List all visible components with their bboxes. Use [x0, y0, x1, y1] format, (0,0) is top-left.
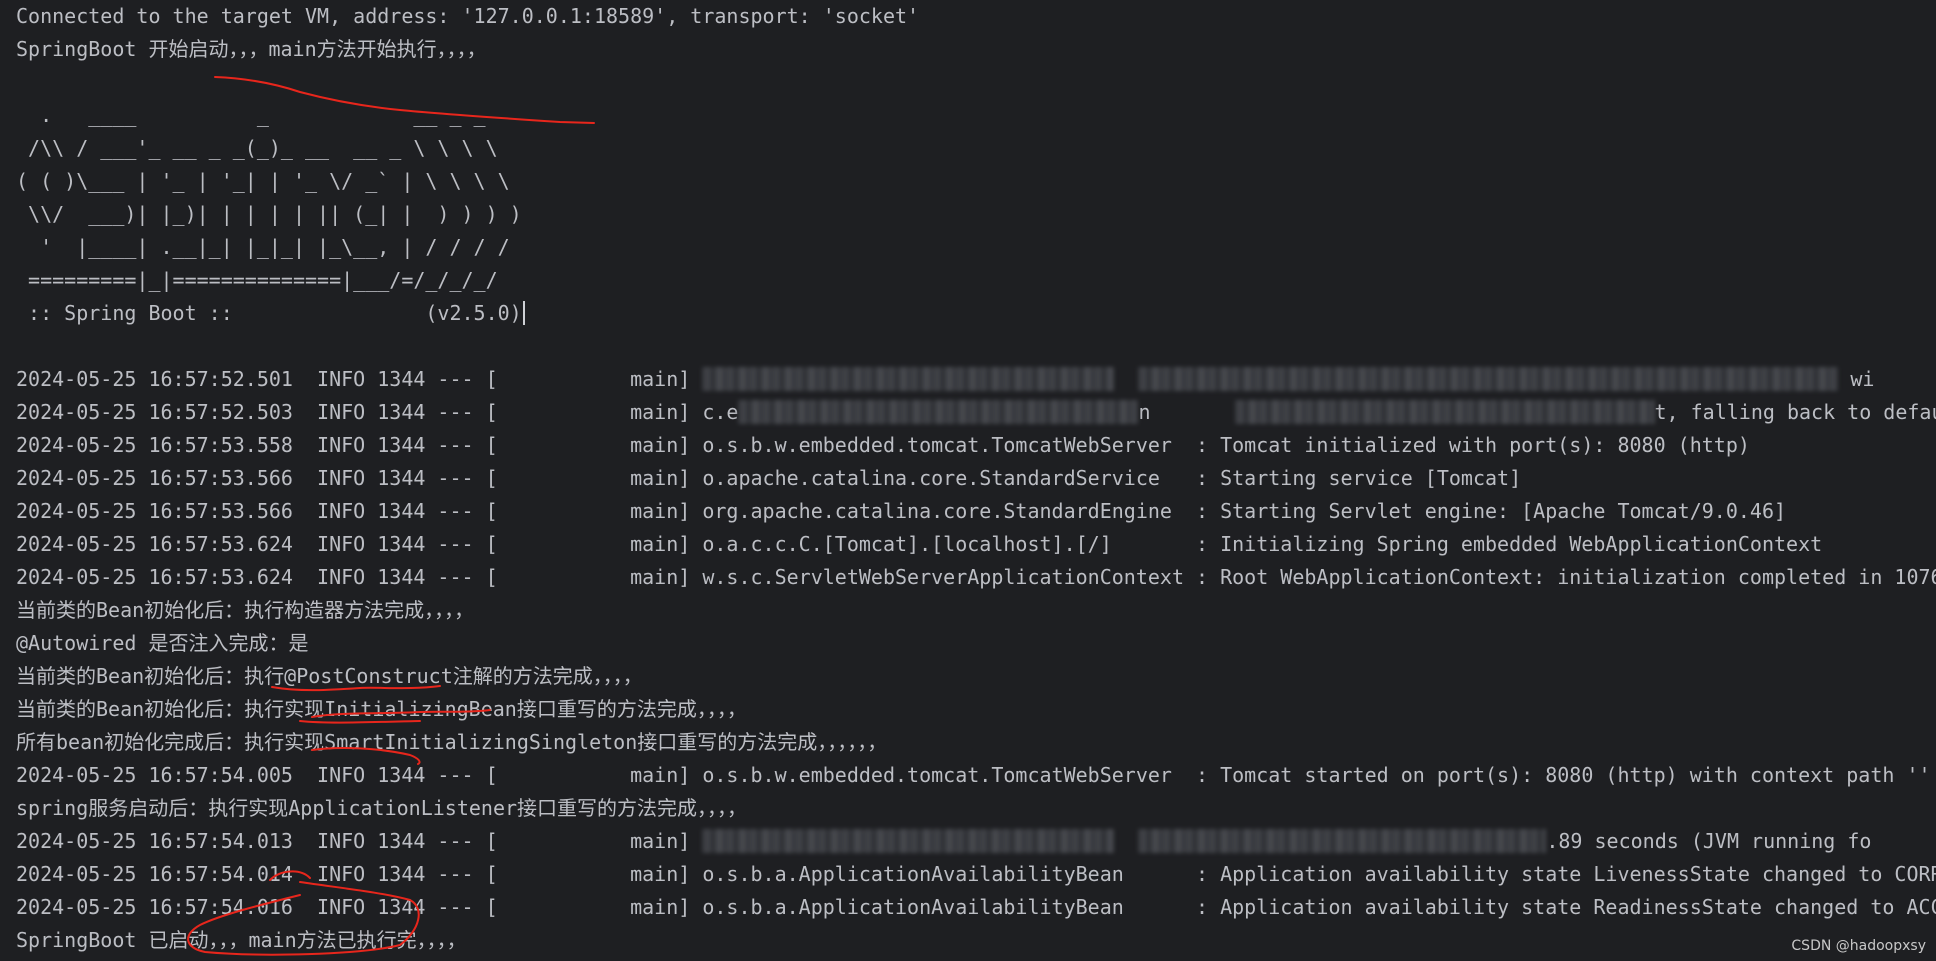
log-prefix: 2024-05-25 16:57:52.501 INFO 1344 --- [ … — [16, 367, 703, 391]
log-tail: wi — [1838, 367, 1875, 391]
console-line: Connected to the target VM, address: '12… — [16, 4, 920, 28]
log-tail: .89 seconds (JVM running fo — [1546, 829, 1872, 853]
banner-line: /\\ / ___'_ __ _ _(_)_ __ __ _ \ \ \ \ — [16, 136, 498, 160]
log-line-redacted: 2024-05-25 16:57:52.503 INFO 1344 --- [ … — [16, 396, 1936, 429]
console-line: 所有bean初始化完成后：执行实现SmartInitializingSingle… — [16, 730, 888, 754]
csdn-watermark: CSDN @hadoopxsy — [1791, 938, 1926, 954]
log-prefix: 2024-05-25 16:57:54.013 INFO 1344 --- [ … — [16, 829, 703, 853]
banner-line: =========|_|==============|___/=/_/_/_/ — [16, 268, 498, 292]
redacted-block — [1234, 400, 1655, 424]
redacted-block — [702, 367, 1115, 391]
console-line: SpringBoot 已启动，，，main方法已执行完，，，， — [16, 928, 467, 952]
log-line: 2024-05-25 16:57:53.566 INFO 1344 --- [ … — [16, 466, 1522, 490]
console-lines: Connected to the target VM, address: '12… — [16, 0, 1936, 957]
console-output[interactable]: Connected to the target VM, address: '12… — [0, 0, 1936, 961]
log-line: 2024-05-25 16:57:53.624 INFO 1344 --- [ … — [16, 532, 1823, 556]
banner-line: ( ( )\___ | '_ | '_| | '_ \/ _` | \ \ \ … — [16, 169, 510, 193]
text-cursor — [522, 301, 525, 325]
banner-line: \\/ ___)| |_)| | | | | || (_| | ) ) ) ) — [16, 202, 522, 226]
redacted-block — [1138, 367, 1839, 391]
log-tail: t, falling back to default p s: def — [1654, 400, 1936, 424]
log-line-redacted: 2024-05-25 16:57:52.501 INFO 1344 --- [ … — [16, 363, 1936, 396]
banner-line: ' |____| .__|_| |_|_| |_\__, | / / / / — [16, 235, 510, 259]
banner-version-line: :: Spring Boot :: (v2.5.0) — [16, 297, 1936, 330]
banner-line: . ____ _ __ _ _ — [16, 103, 486, 127]
console-line: 当前类的Bean初始化后：执行@PostConstruct注解的方法完成，，，， — [16, 664, 643, 688]
log-line: 2024-05-25 16:57:54.016 INFO 1344 --- [ … — [16, 895, 1936, 919]
log-line-redacted: 2024-05-25 16:57:54.013 INFO 1344 --- [ … — [16, 825, 1936, 858]
console-line: spring服务启动后：执行实现ApplicationListener接口重写的… — [16, 796, 748, 820]
console-line: SpringBoot 开始启动，，，main方法开始执行，，，， — [16, 37, 487, 61]
log-line: 2024-05-25 16:57:54.005 INFO 1344 --- [ … — [16, 763, 1931, 787]
log-line: 2024-05-25 16:57:53.558 INFO 1344 --- [ … — [16, 433, 1750, 457]
log-prefix: 2024-05-25 16:57:52.503 INFO 1344 --- [ … — [16, 400, 739, 424]
redacted-block — [702, 829, 1115, 853]
redacted-block — [1138, 829, 1547, 853]
log-line: 2024-05-25 16:57:53.566 INFO 1344 --- [ … — [16, 499, 1787, 523]
console-line: @Autowired 是否注入完成：是 — [16, 631, 309, 655]
banner-version-text: :: Spring Boot :: (v2.5.0) — [16, 301, 522, 325]
console-line: 当前类的Bean初始化后：执行构造器方法完成，，，， — [16, 598, 475, 622]
log-mid: n — [1138, 400, 1151, 424]
console-line: 当前类的Bean初始化后：执行实现InitializingBean接口重写的方法… — [16, 697, 747, 721]
log-line: 2024-05-25 16:57:53.624 INFO 1344 --- [ … — [16, 565, 1936, 589]
redacted-block — [738, 400, 1139, 424]
log-line: 2024-05-25 16:57:54.014 INFO 1344 --- [ … — [16, 862, 1936, 886]
